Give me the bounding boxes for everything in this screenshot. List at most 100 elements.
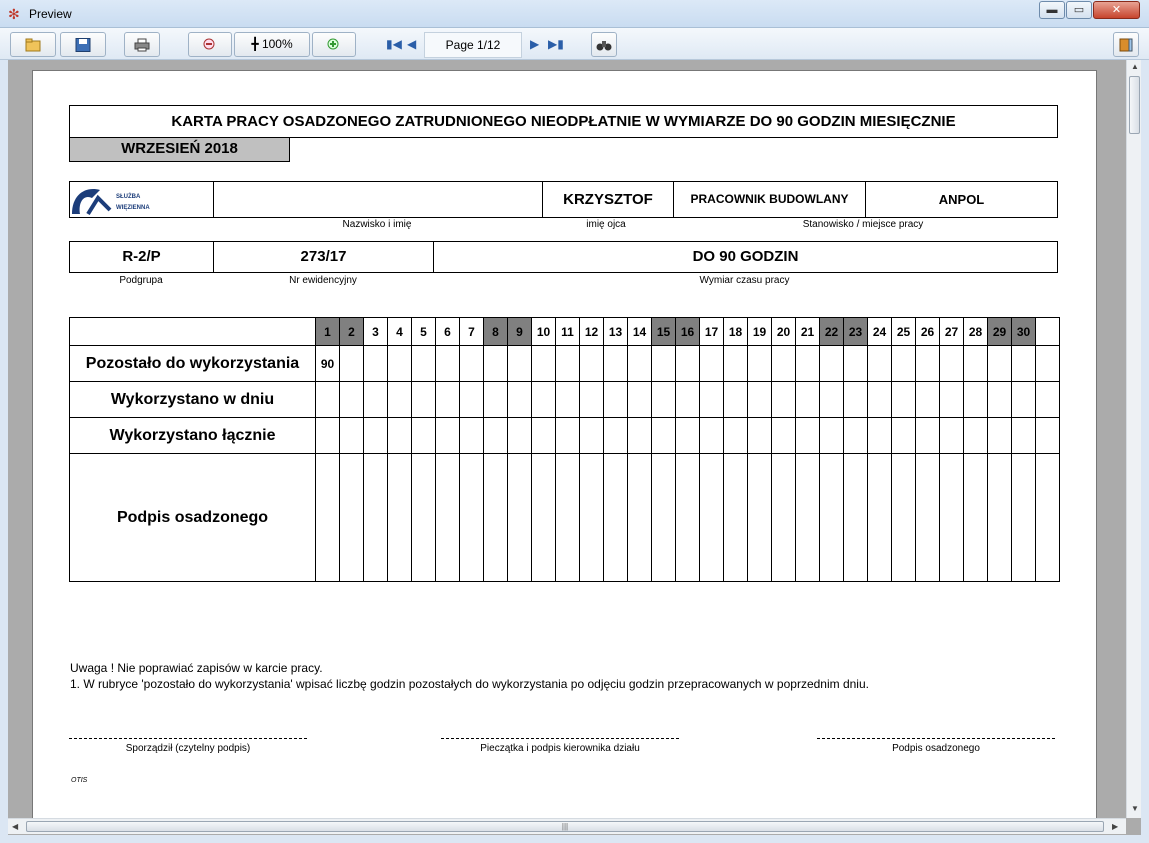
preview-viewport[interactable]: KARTA PRACY OSADZONEGO ZATRUDNIONEGO NIE…	[8, 60, 1141, 835]
grid-cell	[1011, 381, 1036, 418]
zoom-in-button[interactable]	[312, 32, 356, 57]
grid-row-label: Podpis osadzonego	[69, 453, 316, 582]
vertical-scrollbar[interactable]: ▲ ▼	[1126, 60, 1141, 818]
work-time-cell: DO 90 GODZIN	[692, 248, 799, 265]
open-button[interactable]	[10, 32, 56, 57]
save-button[interactable]	[60, 32, 106, 57]
grid-cell	[363, 417, 388, 454]
grid-cell	[651, 453, 676, 582]
grid-cell	[891, 453, 916, 582]
prev-page-icon[interactable]: ◀	[407, 37, 416, 51]
grid-cell	[387, 381, 412, 418]
exit-button[interactable]	[1113, 32, 1139, 57]
printer-icon	[134, 38, 150, 52]
first-page-icon[interactable]: ▮◀	[386, 37, 402, 51]
grid-cell	[411, 345, 436, 382]
scroll-down-icon[interactable]: ▼	[1131, 804, 1139, 813]
day-header-cell: 10	[531, 317, 556, 346]
day-header-cell: 30	[1011, 317, 1036, 346]
document-page: KARTA PRACY OSADZONEGO ZATRUDNIONEGO NIE…	[32, 70, 1097, 830]
grid-cell	[627, 345, 652, 382]
gear-icon: ✻	[8, 6, 20, 22]
signature-line-1	[69, 738, 307, 739]
grid-cell	[699, 345, 724, 382]
grid-cell	[435, 417, 460, 454]
print-button[interactable]	[124, 32, 160, 57]
grid-cell	[459, 345, 484, 382]
zoom-out-button[interactable]	[188, 32, 232, 57]
zoom-level-button[interactable]: ╋ 100%	[234, 32, 310, 57]
binoculars-icon	[596, 40, 612, 51]
label-position: Stanowisko / miejsce pracy	[802, 219, 924, 230]
grid-cell	[819, 381, 844, 418]
grid-cell	[915, 345, 940, 382]
next-page-icon[interactable]: ▶	[530, 37, 539, 51]
grid-cell	[1035, 381, 1060, 418]
horizontal-scroll-thumb[interactable]: |||	[26, 821, 1104, 832]
grid-cell	[1035, 453, 1060, 582]
grid-cell	[891, 345, 916, 382]
signature-label-3: Podpis osadzonego	[892, 743, 980, 754]
grid-cell	[675, 453, 700, 582]
grid-row-label: Pozostało do wykorzystania	[69, 345, 316, 382]
close-button[interactable]: ✕	[1093, 1, 1140, 19]
day-header-cell: 3	[363, 317, 388, 346]
logo-text-2: WIĘZIENNA	[116, 205, 150, 211]
day-header-cell: 2	[339, 317, 364, 346]
grid-cell	[435, 381, 460, 418]
grid-cell	[939, 345, 964, 382]
grid-row: Wykorzystano w dniu	[69, 381, 1060, 418]
grid-cell	[867, 417, 892, 454]
horizontal-scrollbar[interactable]: ◀ ||| ▶	[8, 818, 1126, 834]
label-record: Nr ewidencyjny	[289, 275, 357, 286]
day-header-cell: 20	[771, 317, 796, 346]
grid-cell	[819, 345, 844, 382]
grid-cell	[987, 381, 1012, 418]
grid-cell	[507, 381, 532, 418]
grid-cell	[963, 345, 988, 382]
grid-cell	[1035, 417, 1060, 454]
logo-text-1: SŁUŻBA	[116, 194, 141, 200]
grid-cell	[603, 345, 628, 382]
day-header-cell: 18	[723, 317, 748, 346]
scroll-right-icon[interactable]: ▶	[1112, 822, 1118, 831]
position-cell: PRACOWNIK BUDOWLANY	[674, 182, 866, 217]
logo-cell: SŁUŻBA WIĘZIENNA	[70, 182, 214, 217]
page-indicator[interactable]: Page 1/12	[424, 32, 522, 58]
grid-cell	[555, 381, 580, 418]
grid-cell	[435, 345, 460, 382]
grid-cell	[915, 381, 940, 418]
note-line-2: 1. W rubryce 'pozostało do wykorzystania…	[70, 677, 869, 691]
grid-cell	[795, 453, 820, 582]
grid-cell	[387, 345, 412, 382]
signature-label-1: Sporządził (czytelny podpis)	[125, 743, 251, 754]
last-page-icon[interactable]: ▶▮	[548, 37, 564, 51]
grid-cell	[1011, 345, 1036, 382]
find-button[interactable]	[591, 32, 617, 57]
grid-cell	[435, 453, 460, 582]
grid-cell	[459, 453, 484, 582]
scroll-up-icon[interactable]: ▲	[1131, 62, 1139, 71]
grid-cell	[387, 417, 412, 454]
maximize-button[interactable]: ▭	[1066, 1, 1092, 19]
grid-cell	[675, 417, 700, 454]
grid-cell	[555, 417, 580, 454]
minimize-button[interactable]: ▬	[1039, 1, 1065, 19]
vertical-scroll-thumb[interactable]	[1129, 76, 1140, 134]
scroll-left-icon[interactable]: ◀	[12, 822, 18, 831]
grid-cell	[939, 453, 964, 582]
grid-cell	[363, 381, 388, 418]
grid-cell	[411, 453, 436, 582]
day-header-cell: 28	[963, 317, 988, 346]
grid-cell	[651, 345, 676, 382]
exit-door-icon	[1119, 38, 1133, 52]
grid-cell	[747, 381, 772, 418]
grid-cell	[843, 345, 868, 382]
name-cell	[214, 182, 543, 217]
grid-cell	[627, 417, 652, 454]
grid-cell	[915, 453, 940, 582]
grid-cell	[747, 345, 772, 382]
grid-cell	[963, 417, 988, 454]
day-header-cell: 19	[747, 317, 772, 346]
footer-code: OTIS	[71, 777, 88, 784]
